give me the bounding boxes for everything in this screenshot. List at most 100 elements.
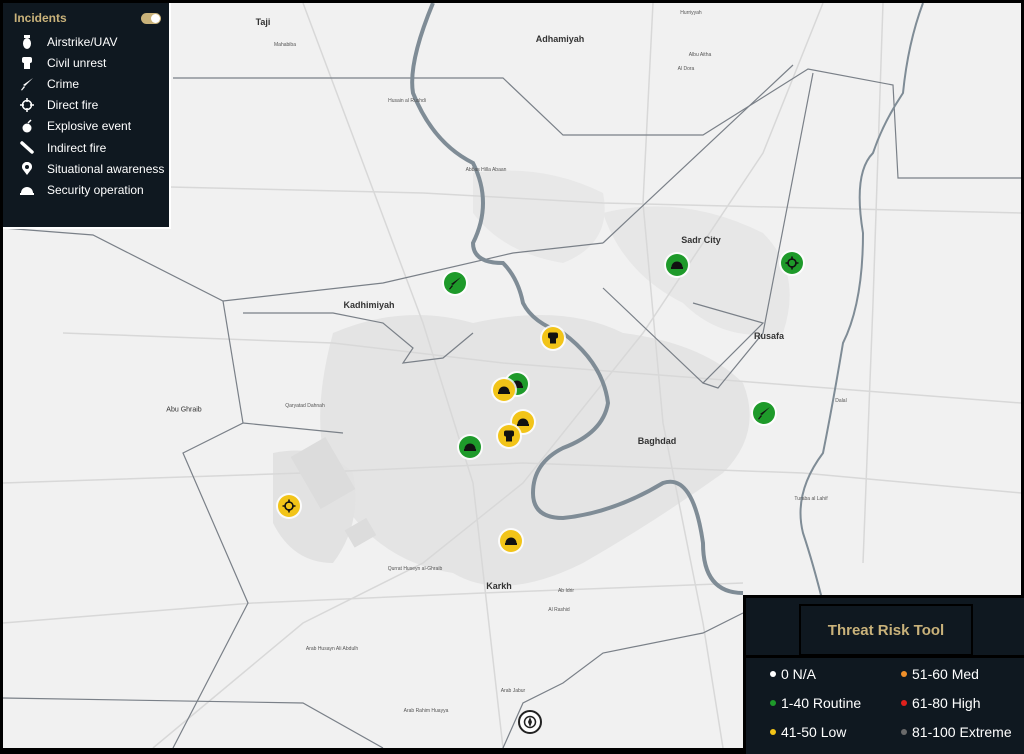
diyala-river — [799, 3, 924, 604]
label-hussain: Husain al Rushdi — [388, 98, 426, 104]
incident-type-label: Direct fire — [47, 98, 99, 113]
grenade-icon — [18, 119, 35, 133]
knife-icon — [18, 77, 35, 91]
urban-areas — [273, 170, 790, 586]
incident-type-airstrike[interactable]: Airstrike/UAV — [18, 31, 169, 52]
incident-type-civil-unrest[interactable]: Civil unrest — [18, 52, 169, 73]
legend-item: 81-100 Extreme — [901, 724, 1012, 740]
label-baghdad: Baghdad — [637, 436, 677, 446]
label-abu-ghraib: Abu Ghraib — [166, 406, 202, 414]
legend-item: 0 N/A — [770, 666, 816, 682]
incident-type-label: Crime — [47, 76, 79, 91]
location-pin-icon — [18, 161, 35, 176]
label-hurriyyah: Hurriyyah — [680, 10, 702, 16]
mortar-icon — [18, 140, 35, 155]
label-turaba: Turaba al Lahif — [794, 496, 828, 502]
crosshair-icon — [18, 98, 35, 113]
threat-legend: 0 N/A 51-60 Med 1-40 Routine 61-80 High … — [746, 655, 1024, 754]
legend-label: 61-80 High — [912, 695, 981, 711]
incident-marker-fist[interactable] — [498, 425, 520, 447]
helmet-icon — [505, 537, 517, 545]
label-sadr-city: Sadr City — [681, 235, 721, 245]
label-rusafa: Rusafa — [753, 331, 785, 341]
incident-type-label: Indirect fire — [47, 140, 107, 155]
legend-dot — [901, 671, 907, 677]
threat-title-box: Threat Risk Tool — [799, 604, 973, 656]
incident-type-indirect-fire[interactable]: Indirect fire — [18, 137, 169, 158]
legend-dot — [901, 700, 907, 706]
incident-type-list: Airstrike/UAV Civil unrest Crime Direct … — [3, 31, 169, 201]
label-karkh: Karkh — [486, 581, 512, 591]
label-abbas: Abbas Hilla Abaan — [465, 167, 507, 173]
legend-item: 61-80 High — [901, 695, 981, 711]
incident-type-direct-fire[interactable]: Direct fire — [18, 95, 169, 116]
incidents-header: Incidents — [3, 3, 169, 31]
incident-marker-helmet[interactable] — [500, 530, 522, 552]
crosshair-icon — [785, 256, 799, 270]
incidents-title: Incidents — [14, 11, 67, 25]
label-albu-aitha: Albu Aitha — [688, 52, 712, 58]
incident-marker-fist[interactable] — [542, 327, 564, 349]
label-rashid: Al Rashid — [548, 607, 570, 613]
helmet-icon — [671, 261, 683, 269]
legend-dot — [770, 671, 776, 677]
incident-type-label: Civil unrest — [47, 55, 107, 70]
label-arab-rahim: Arab Rahim Huayya — [403, 708, 449, 714]
label-arab-jabur: Arab Jabur — [500, 688, 526, 694]
incident-type-situational[interactable]: Situational awareness — [18, 158, 169, 179]
legend-label: 0 N/A — [781, 666, 817, 682]
label-taji: Taji — [255, 17, 271, 27]
label-adhamiyah: Adhamiyah — [535, 34, 585, 44]
knife-icon — [758, 407, 770, 420]
incident-marker-crosshair[interactable] — [781, 252, 803, 274]
legend-dot — [770, 700, 776, 706]
helmet-icon — [517, 418, 529, 426]
label-qaryat: Qaryatad Dahnah — [285, 403, 325, 409]
incident-type-label: Airstrike/UAV — [47, 34, 118, 49]
fist-icon — [18, 56, 35, 70]
incident-marker-crosshair[interactable] — [278, 495, 300, 517]
label-mahabiba: Mahabiba — [274, 42, 296, 48]
label-al-dora: Al Dora — [677, 66, 695, 72]
label-arab-husayn: Arab Husayn Ali Abdulh — [305, 646, 359, 652]
legend-dot — [901, 729, 907, 735]
label-dalal: Dalal — [835, 398, 847, 404]
helmet-icon — [498, 386, 510, 394]
incident-type-label: Security operation — [47, 182, 144, 197]
incident-marker-knife[interactable] — [444, 272, 466, 294]
incident-marker-helmet[interactable] — [459, 436, 481, 458]
helmet-icon — [18, 183, 35, 197]
crosshair-icon — [282, 499, 296, 513]
incident-marker-helmet[interactable] — [666, 254, 688, 276]
incidents-panel: Incidents Airstrike/UAV Civil unrest Cri… — [3, 3, 171, 229]
label-ab-idrir: Ab Idrir — [557, 588, 575, 594]
knife-icon — [449, 277, 461, 290]
legend-item: 51-60 Med — [901, 666, 979, 682]
bomb-icon — [18, 34, 35, 49]
label-kadhimiyah: Kadhimiyah — [343, 300, 395, 310]
legend-item: 1-40 Routine — [770, 695, 861, 711]
incident-marker-helmet[interactable] — [493, 379, 515, 401]
incident-type-label: Situational awareness — [47, 161, 165, 176]
fist-icon — [548, 332, 558, 344]
fist-icon — [504, 430, 514, 442]
compass-button[interactable] — [518, 710, 542, 734]
legend-label: 1-40 Routine — [781, 695, 862, 711]
toggle-knob — [151, 13, 160, 23]
incident-type-explosive[interactable]: Explosive event — [18, 116, 169, 137]
label-qurrat: Qurrat Huseyn al-Ghraib — [387, 566, 443, 572]
threat-title: Threat Risk Tool — [827, 621, 945, 639]
legend-label: 81-100 Extreme — [912, 724, 1012, 740]
incident-type-crime[interactable]: Crime — [18, 73, 169, 94]
legend-item: 41-50 Low — [770, 724, 846, 740]
incident-type-label: Explosive event — [47, 119, 132, 134]
helmet-icon — [464, 443, 476, 451]
threat-risk-panel: Threat Risk Tool 0 N/A 51-60 Med 1-40 Ro… — [743, 595, 1024, 754]
incidents-toggle[interactable] — [141, 12, 161, 24]
legend-dot — [770, 729, 776, 735]
incident-marker-knife[interactable] — [753, 402, 775, 424]
incident-type-security[interactable]: Security operation — [18, 179, 169, 200]
compass-icon — [523, 715, 537, 729]
legend-label: 41-50 Low — [781, 724, 847, 740]
legend-label: 51-60 Med — [912, 666, 979, 682]
